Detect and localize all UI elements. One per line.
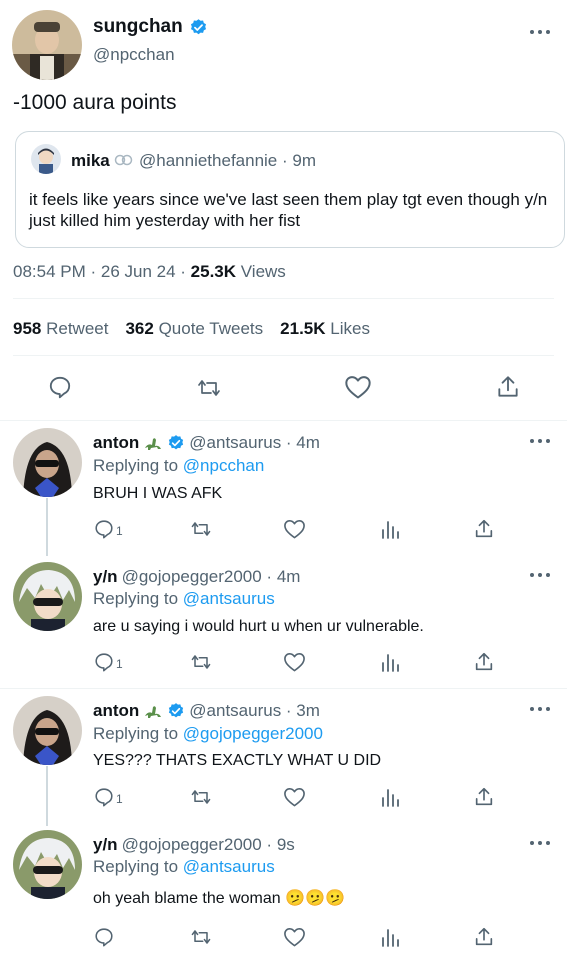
dinosaur-icon	[145, 706, 162, 718]
avatar-anton[interactable]	[13, 696, 82, 765]
more-options-icon[interactable]	[530, 705, 550, 713]
analytics-icon[interactable]	[380, 651, 400, 673]
reply-count: 1	[116, 524, 123, 538]
retweet-stat[interactable]: 958 Retweet	[13, 319, 108, 339]
likes-stat[interactable]: 21.5K Likes	[280, 319, 370, 339]
reply-icon	[95, 928, 113, 947]
reply-header: y/n @gojopegger2000 · 4m	[93, 567, 300, 587]
analytics-icon[interactable]	[380, 786, 400, 808]
avatar-yn[interactable]	[13, 562, 82, 631]
reply-button[interactable]: 1	[93, 786, 123, 808]
like-icon[interactable]	[283, 786, 306, 808]
analytics-icon[interactable]	[380, 518, 400, 540]
reply-icon	[95, 520, 113, 539]
analytics-icon[interactable]	[380, 926, 400, 948]
more-options-icon[interactable]	[530, 28, 550, 36]
retweet-icon[interactable]	[189, 786, 213, 808]
retweet-icon[interactable]	[189, 926, 213, 948]
reply-action-bar	[93, 926, 503, 952]
reply-icon	[95, 788, 113, 807]
quote-display-name: mika	[71, 151, 110, 170]
main-display-name[interactable]: sungchan	[93, 16, 208, 38]
avatar-sungchan[interactable]	[12, 10, 82, 80]
reply-display-name[interactable]: y/n	[93, 835, 118, 855]
like-icon[interactable]	[344, 374, 372, 400]
reply-display-name[interactable]: anton	[93, 701, 139, 721]
share-icon[interactable]	[473, 518, 495, 540]
retweet-icon[interactable]	[189, 518, 213, 540]
thread-line	[46, 766, 48, 826]
replying-to-link[interactable]: @antsaurus	[183, 589, 275, 608]
reply-button[interactable]	[93, 926, 116, 948]
replying-to-link[interactable]: @antsaurus	[183, 857, 275, 876]
reply-button[interactable]: 1	[93, 518, 123, 540]
reply-icon[interactable]	[47, 374, 73, 400]
reply-count: 1	[116, 657, 123, 671]
reply-action-bar: 1	[93, 651, 503, 677]
retweet-icon[interactable]	[189, 651, 213, 673]
reply-header: y/n @gojopegger2000 · 9s	[93, 835, 295, 855]
more-options-icon[interactable]	[530, 839, 550, 847]
verified-badge-icon	[169, 703, 184, 718]
reply-display-name[interactable]: anton	[93, 433, 139, 453]
avatar-anton[interactable]	[13, 428, 82, 497]
replying-to: Replying to @gojopegger2000	[93, 724, 323, 743]
quote-tweets-stat[interactable]: 362 Quote Tweets	[125, 319, 263, 339]
tweet-time-date: 08:54 PM · 26 Jun 24 ·	[13, 262, 191, 281]
quote-tweet-card[interactable]: mika @hanniethefannie · 9m it feels like…	[15, 131, 565, 248]
like-icon[interactable]	[283, 518, 306, 540]
share-icon[interactable]	[473, 651, 495, 673]
reply-header: anton @antsaurus · 3m	[93, 701, 320, 721]
main-handle[interactable]: @npcchan	[93, 45, 175, 65]
reply-icon	[95, 653, 113, 672]
replying-to-link[interactable]: @npcchan	[183, 456, 265, 475]
replying-to: Replying to @antsaurus	[93, 857, 275, 876]
tweet-text: -1000 aura points	[13, 91, 177, 114]
link-icon	[114, 154, 133, 166]
share-icon[interactable]	[495, 374, 521, 400]
divider	[13, 355, 554, 356]
reply-display-name[interactable]: y/n	[93, 567, 118, 587]
thread-line	[46, 498, 48, 556]
more-options-icon[interactable]	[530, 437, 550, 445]
replying-to: Replying to @antsaurus	[93, 589, 275, 608]
avatar-mika	[31, 144, 61, 174]
reply-header: anton @antsaurus · 4m	[93, 433, 320, 453]
divider	[0, 688, 567, 689]
divider	[0, 420, 567, 421]
reply-text: oh yeah blame the woman 🫤🫤🫤	[93, 890, 345, 907]
retweet-icon[interactable]	[195, 375, 223, 401]
like-icon[interactable]	[283, 651, 306, 673]
dinosaur-icon	[145, 438, 162, 450]
tweet-meta: 08:54 PM · 26 Jun 24 · 25.3K Views	[13, 262, 286, 282]
verified-badge-icon	[190, 18, 206, 34]
reply-action-bar: 1	[93, 786, 503, 812]
reply-text: are u saying i would hurt u when ur vuln…	[93, 618, 424, 635]
replying-to: Replying to @npcchan	[93, 456, 265, 475]
reply-text: YES??? THATS EXACTLY WHAT U DID	[93, 752, 382, 769]
more-options-icon[interactable]	[530, 571, 550, 579]
reply-handle-time: @antsaurus · 3m	[189, 701, 320, 720]
reply-button[interactable]: 1	[93, 651, 123, 673]
replying-to-link[interactable]: @gojopegger2000	[183, 724, 323, 743]
reply-handle-time: @gojopegger2000 · 9s	[121, 835, 295, 854]
quote-text: it feels like years since we've last see…	[29, 190, 548, 230]
main-display-name-text[interactable]: sungchan	[93, 16, 183, 38]
avatar-yn[interactable]	[13, 830, 82, 899]
reply-text: BRUH I WAS AFK	[93, 485, 223, 502]
reply-handle-time: @gojopegger2000 · 4m	[121, 567, 301, 586]
quote-handle-time: @hanniethefannie · 9m	[139, 151, 316, 170]
views-count: 25.3K	[190, 262, 237, 281]
share-icon[interactable]	[473, 926, 495, 948]
reply-count: 1	[116, 792, 123, 806]
reply-action-bar: 1	[93, 518, 503, 544]
divider	[13, 298, 554, 299]
views-label: Views	[236, 262, 286, 281]
like-icon[interactable]	[283, 926, 306, 948]
verified-badge-icon	[169, 435, 184, 450]
tweet-stats: 958 Retweet 362 Quote Tweets 21.5K Likes	[13, 319, 370, 339]
share-icon[interactable]	[473, 786, 495, 808]
reply-handle-time: @antsaurus · 4m	[189, 433, 320, 452]
